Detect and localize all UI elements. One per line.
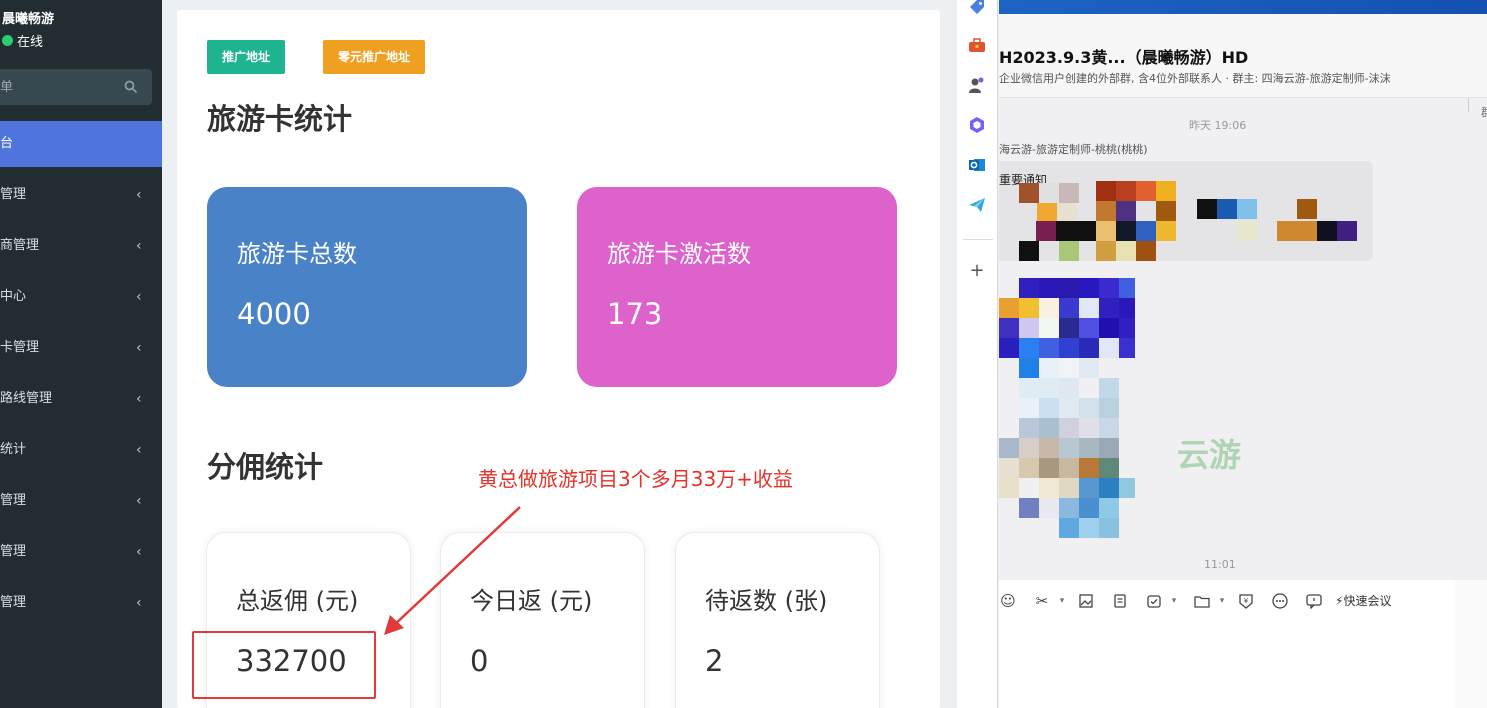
annotation-arrow-icon: [384, 506, 521, 635]
sidebar-item-dashboard[interactable]: 台: [0, 121, 162, 167]
dropdown-arrow-icon[interactable]: ▾: [1213, 592, 1231, 610]
svg-text:¥: ¥: [1244, 597, 1249, 605]
outlook-icon[interactable]: [966, 154, 988, 176]
sidebar-item-label: 商管理: [0, 238, 40, 253]
quick-meeting-label: 快速会议: [1343, 594, 1392, 608]
card-total-value: 4000: [237, 297, 311, 331]
commission-title: 分佣统计: [207, 450, 324, 484]
more-icon[interactable]: [1271, 592, 1289, 610]
sidebar-item-label: 路线管理: [0, 391, 53, 406]
screenshot-icon[interactable]: ✂: [1033, 592, 1051, 610]
message-sender: 海云游-旅游定制师-桃桃(桃桃): [999, 143, 1148, 156]
sidebar-item-label: 台: [0, 136, 14, 151]
menu-search-input[interactable]: [0, 69, 120, 105]
sidebar-item-3[interactable]: 中心 ‹: [0, 274, 162, 325]
sidebar-item-6[interactable]: 统计 ‹: [0, 427, 162, 478]
sidebar-item-label: 管理: [0, 544, 27, 559]
document-icon[interactable]: [1111, 592, 1129, 610]
chat-title[interactable]: H2023.9.3黄...（晨曦畅游）HD: [999, 44, 1248, 68]
chat-subtitle: 企业微信用户创建的外部群, 含4位外部联系人 · 群主: 四海云游-旅游定制师-…: [999, 72, 1391, 85]
chevron-left-icon: ‹: [136, 595, 142, 611]
send-icon[interactable]: [966, 194, 988, 216]
sidebar-item-label: 管理: [0, 595, 27, 610]
zero-promo-link-button[interactable]: 零元推广地址: [323, 40, 426, 74]
side-panel-label: 群: [1481, 106, 1487, 119]
tag-icon[interactable]: [966, 0, 988, 18]
sidebar-item-1[interactable]: 管理 ‹: [0, 172, 162, 223]
annotation-highlight-box: [192, 631, 376, 699]
chevron-left-icon: ‹: [136, 238, 142, 254]
sidebar-item-label: 管理: [0, 187, 27, 202]
image-watermark: 云游: [1177, 436, 1242, 474]
online-dot-icon: [2, 35, 13, 46]
quick-meeting-button[interactable]: ⚡快速会议: [1335, 592, 1391, 609]
emoji-icon[interactable]: ☺: [999, 592, 1017, 610]
sidebar-item-9[interactable]: 管理 ‹: [0, 580, 162, 631]
message-timestamp: 昨天 19:06: [1189, 119, 1247, 132]
annotation-text: 黄总做旅游项目3个多月33万+收益: [478, 467, 793, 491]
user-status-label: 在线: [17, 35, 44, 50]
card-active-box: 旅游卡激活数 173: [577, 187, 897, 387]
card-active-label: 旅游卡激活数: [607, 240, 751, 268]
card-stats-title: 旅游卡统计: [207, 102, 353, 136]
commission-pending-box: 待返数 (张) 2: [675, 532, 880, 708]
chevron-left-icon: ‹: [136, 544, 142, 560]
sidebar-item-4[interactable]: 卡管理 ‹: [0, 325, 162, 376]
card-active-value: 173: [607, 297, 663, 331]
chat-record-icon[interactable]: [1305, 592, 1323, 610]
chevron-left-icon: ‹: [136, 187, 142, 203]
taskbar-strip: [999, 0, 1487, 14]
dropdown-arrow-icon[interactable]: ▾: [1165, 592, 1183, 610]
commission-pending-value: 2: [705, 644, 724, 678]
message-timestamp: 11:01: [1204, 558, 1236, 571]
sidebar-item-5[interactable]: 路线管理 ‹: [0, 376, 162, 427]
admin-sidebar: 晨曦畅游 在线 台 管理 ‹ 商管理 ‹ 中心 ‹ 卡管理 ‹ 路线管理 ‹ 统计 ‹ 管理…: [0, 0, 162, 708]
chevron-left-icon: ‹: [136, 442, 142, 458]
image-icon[interactable]: [1077, 592, 1095, 610]
copilot-icon[interactable]: [966, 114, 988, 136]
toolbox-icon[interactable]: [966, 34, 988, 56]
chevron-left-icon: ‹: [136, 340, 142, 356]
task-check-icon[interactable]: [1145, 592, 1163, 610]
app-icon-strip: +: [957, 0, 998, 708]
commission-pending-label: 待返数 (张): [705, 587, 828, 615]
commission-total-label: 总返佣 (元): [236, 587, 359, 615]
chat-header: H2023.9.3黄...（晨曦畅游）HD 企业微信用户创建的外部群, 含4位外…: [999, 14, 1487, 98]
chevron-left-icon: ‹: [136, 391, 142, 407]
payment-icon[interactable]: ¥: [1237, 592, 1255, 610]
panel-divider: [1468, 98, 1469, 112]
contacts-icon[interactable]: [966, 74, 988, 96]
search-icon[interactable]: [124, 80, 138, 94]
card-total-label: 旅游卡总数: [237, 240, 357, 268]
folder-icon[interactable]: [1193, 592, 1211, 610]
message-bubble[interactable]: 重要通知: [999, 161, 1373, 261]
user-status: 在线: [2, 31, 43, 50]
sidebar-item-7[interactable]: 管理 ‹: [0, 478, 162, 529]
sidebar-search: [0, 69, 152, 105]
sidebar-item-8[interactable]: 管理 ‹: [0, 529, 162, 580]
strip-divider: [963, 239, 993, 240]
chat-input-toolbar: ☺ ✂ ▾ ▾ ▾ ¥ ⚡快速会议: [999, 580, 1455, 708]
sidebar-item-label: 中心: [0, 289, 27, 304]
sidebar-item-2[interactable]: 商管理 ‹: [0, 223, 162, 274]
sidebar-item-label: 管理: [0, 493, 27, 508]
dropdown-arrow-icon[interactable]: ▾: [1053, 592, 1071, 610]
sidebar-menu: 台 管理 ‹ 商管理 ‹ 中心 ‹ 卡管理 ‹ 路线管理 ‹ 统计 ‹ 管理 ‹ 管理 ‹ 管理…: [0, 121, 162, 631]
pixelated-image: [999, 278, 1135, 538]
chat-message-area: 群 昨天 19:06 海云游-旅游定制师-桃桃(桃桃) 重要通知 云游 11:0…: [999, 98, 1487, 580]
user-name: 晨曦畅游: [2, 12, 55, 27]
right-panel-edge: [1455, 580, 1487, 708]
sidebar-item-label: 卡管理: [0, 340, 40, 355]
chevron-left-icon: ‹: [136, 493, 142, 509]
pixelated-message-image: [1019, 181, 1357, 261]
chevron-left-icon: ‹: [136, 289, 142, 305]
dashboard-content: 推广地址 零元推广地址 旅游卡统计 旅游卡总数 4000 旅游卡激活数 173 …: [177, 10, 940, 708]
promo-link-button[interactable]: 推广地址: [207, 40, 286, 74]
commission-today-value: 0: [470, 644, 489, 678]
add-icon[interactable]: +: [966, 259, 988, 281]
sidebar-item-label: 统计: [0, 442, 27, 457]
card-total-box: 旅游卡总数 4000: [207, 187, 527, 387]
